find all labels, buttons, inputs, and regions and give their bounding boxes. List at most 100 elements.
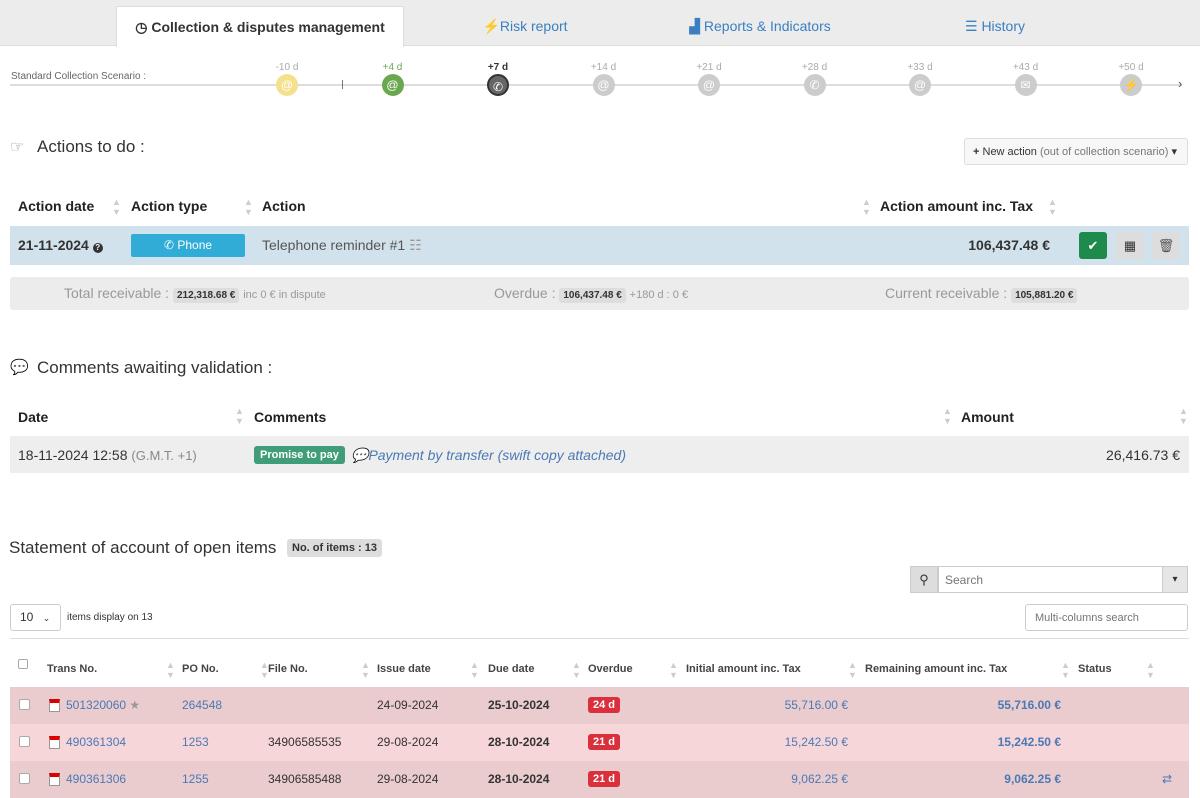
col-status[interactable]: Status bbox=[1078, 663, 1112, 675]
comments-title: Comments awaiting validation : bbox=[37, 358, 273, 377]
file-no: 34906585488 bbox=[268, 772, 342, 786]
sort-icon[interactable]: ▲ ▼ bbox=[361, 660, 370, 680]
select-all-checkbox[interactable] bbox=[18, 659, 28, 669]
po-no[interactable]: 1253 bbox=[182, 735, 209, 749]
sort-icon[interactable]: ▲ ▼ bbox=[669, 660, 678, 680]
check-icon: ✔ bbox=[1087, 238, 1099, 253]
overdue-badge: 21 d bbox=[588, 771, 621, 787]
col-issue-date[interactable]: Issue date bbox=[377, 663, 431, 675]
sort-icon[interactable]: ▲ ▼ bbox=[235, 406, 244, 426]
sort-icon[interactable]: ▲ ▼ bbox=[1061, 660, 1070, 680]
scenario-step-letter-icon[interactable]: ✉ bbox=[1014, 74, 1037, 96]
col-action[interactable]: Action bbox=[262, 198, 306, 214]
issue-date: 29-08-2024 bbox=[377, 735, 439, 749]
col-action-type[interactable]: Action type bbox=[131, 198, 207, 214]
overdue-badge: 21 d bbox=[588, 734, 621, 750]
action-type-phone-badge: ✆ Phone bbox=[131, 234, 245, 257]
scenario-step-at-icon[interactable]: @ bbox=[381, 74, 404, 96]
trash-icon: 🗑 bbox=[1157, 238, 1175, 253]
scenario-step-bolt-icon[interactable]: ⚡ bbox=[1120, 74, 1142, 96]
scenario-step-phone-icon[interactable]: ✆ bbox=[803, 74, 826, 96]
po-no[interactable]: 264548 bbox=[182, 698, 222, 712]
new-action-button[interactable]: + New action (out of collection scenario… bbox=[964, 138, 1188, 165]
pdf-icon[interactable] bbox=[49, 773, 60, 787]
scenario-step-day: +21 d bbox=[696, 62, 722, 73]
po-no[interactable]: 1255 bbox=[182, 772, 209, 786]
trans-no-link[interactable]: 490361304 bbox=[66, 735, 126, 749]
delete-button[interactable]: 🗑 bbox=[1152, 232, 1180, 259]
sort-icon[interactable]: ▲ ▼ bbox=[862, 197, 871, 217]
col-remaining-amount-inc-tax[interactable]: Remaining amount inc. Tax bbox=[865, 663, 1007, 675]
tab-reports[interactable]: ▟ Reports & Indicators bbox=[660, 6, 860, 47]
col-file-no-[interactable]: File No. bbox=[268, 663, 308, 675]
sort-icon[interactable]: ▲ ▼ bbox=[1048, 197, 1057, 217]
reschedule-button[interactable]: ▦ bbox=[1116, 232, 1144, 259]
bolt-icon: ⚡ bbox=[482, 18, 500, 34]
col-action-date[interactable]: Action date bbox=[18, 198, 94, 214]
sort-icon[interactable]: ▲ ▼ bbox=[470, 660, 479, 680]
tab-collection[interactable]: ◷ Collection & disputes management bbox=[116, 6, 404, 47]
table-row[interactable]: 490361306 1255 34906585488 29-08-2024 28… bbox=[10, 761, 1189, 798]
sort-icon[interactable]: ▲ ▼ bbox=[1146, 660, 1155, 680]
action-date: 21-11-2024 ? bbox=[18, 237, 103, 253]
table-row[interactable]: 501320060 ★ 264548 24-09-2024 25-10-2024… bbox=[10, 687, 1189, 724]
sort-icon[interactable]: ▲ ▼ bbox=[1179, 406, 1188, 426]
validate-button[interactable]: ✔ bbox=[1079, 232, 1107, 259]
search-input[interactable] bbox=[938, 566, 1163, 593]
table-row[interactable]: 490361304 1253 34906585535 29-08-2024 28… bbox=[10, 724, 1189, 761]
remaining-amount: 15,242.50 € bbox=[997, 735, 1061, 749]
actions-title: Actions to do : bbox=[37, 137, 145, 156]
scenario-step-day: +28 d bbox=[801, 62, 828, 73]
page-size-select[interactable]: 10 ⌄ bbox=[10, 604, 61, 631]
current-receivable: Current receivable : 105,881.20 € bbox=[885, 285, 1078, 303]
scenario-step-at-icon[interactable]: @ bbox=[276, 74, 298, 96]
statement-title: Statement of account of open items bbox=[9, 538, 277, 557]
col-po-no-[interactable]: PO No. bbox=[182, 663, 219, 675]
transfer-icon[interactable]: ⇄ bbox=[1162, 772, 1172, 786]
tab-risk-report[interactable]: ⚡Risk report bbox=[440, 6, 610, 47]
list-icon: ☰ bbox=[964, 18, 978, 34]
sort-icon[interactable]: ▲ ▼ bbox=[943, 406, 952, 426]
help-icon[interactable]: ? bbox=[92, 243, 103, 253]
tab-history[interactable]: ☰ History bbox=[930, 6, 1060, 47]
caret-down-icon: ▾ bbox=[1171, 146, 1177, 158]
col-trans-no-[interactable]: Trans No. bbox=[47, 663, 97, 675]
col-initial-amount-inc-tax[interactable]: Initial amount inc. Tax bbox=[686, 663, 801, 675]
comments-icon: 💬 bbox=[10, 359, 29, 376]
due-date: 28-10-2024 bbox=[488, 735, 550, 749]
scenario-step-at-icon[interactable]: @ bbox=[909, 74, 931, 96]
trans-no-link[interactable]: 490361306 bbox=[66, 772, 126, 786]
row-checkbox[interactable] bbox=[19, 736, 30, 747]
promise-to-pay-tag: Promise to pay bbox=[254, 446, 345, 464]
comment-text[interactable]: 💬Payment by transfer (swift copy attache… bbox=[351, 447, 626, 464]
due-date: 25-10-2024 bbox=[488, 698, 550, 712]
hand-pointer-icon: ☞ bbox=[10, 139, 25, 156]
clock-icon: ◷ bbox=[135, 19, 148, 35]
col-date[interactable]: Date bbox=[18, 409, 48, 425]
sort-icon[interactable]: ▲ ▼ bbox=[848, 660, 857, 680]
scenario-step-phone-icon[interactable]: ✆ bbox=[487, 74, 509, 96]
scenario-step-at-icon[interactable]: @ bbox=[592, 74, 615, 96]
sort-icon[interactable]: ▲ ▼ bbox=[244, 197, 253, 217]
col-comments[interactable]: Comments bbox=[254, 409, 326, 425]
col-amount[interactable]: Amount bbox=[961, 409, 1014, 425]
search-dropdown-caret[interactable]: ▾ bbox=[1162, 566, 1188, 593]
col-action-amount[interactable]: Action amount inc. Tax bbox=[880, 198, 1033, 214]
list-details-icon[interactable]: ☷ bbox=[409, 237, 422, 253]
pdf-icon[interactable] bbox=[49, 736, 60, 750]
sort-icon[interactable]: ▲ ▼ bbox=[166, 660, 175, 680]
sort-icon[interactable]: ▲ ▼ bbox=[572, 660, 581, 680]
row-checkbox[interactable] bbox=[19, 773, 30, 784]
search-icon[interactable]: ⚲ bbox=[910, 566, 938, 593]
comment-date: 18-11-2024 12:58 (G.M.T. +1) bbox=[18, 447, 197, 463]
trans-no-link[interactable]: 501320060 bbox=[66, 698, 126, 712]
pdf-icon[interactable] bbox=[49, 699, 60, 713]
col-due-date[interactable]: Due date bbox=[488, 663, 534, 675]
col-overdue[interactable]: Overdue bbox=[588, 663, 633, 675]
sort-icon[interactable]: ▲ ▼ bbox=[112, 197, 121, 217]
scenario-step-at-icon[interactable]: @ bbox=[698, 74, 720, 96]
row-checkbox[interactable] bbox=[19, 699, 30, 710]
items-count-badge: No. of items : 13 bbox=[287, 539, 382, 557]
multi-column-search-input[interactable] bbox=[1025, 604, 1188, 631]
items-display-label: items display on 13 bbox=[67, 612, 153, 623]
